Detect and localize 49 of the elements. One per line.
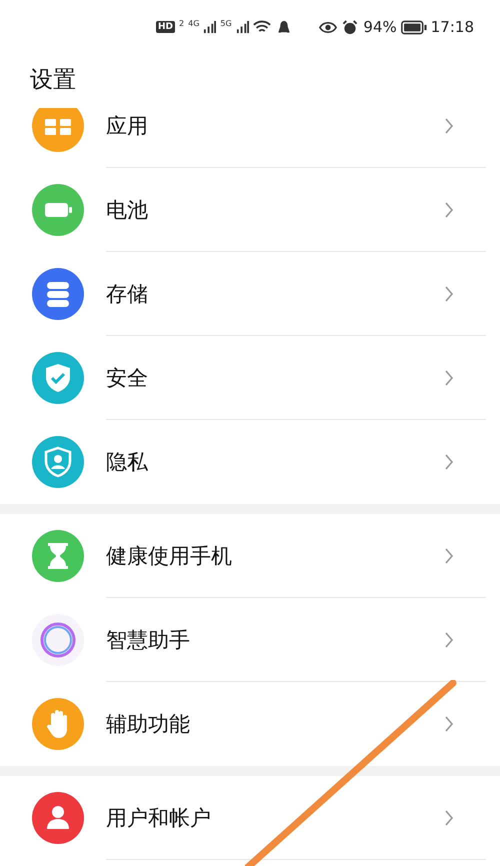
hd-badge: HD [156,21,176,33]
user-icon [32,792,84,844]
page-title: 设置 [29,66,77,95]
wifi-icon [252,20,271,34]
chevron-icon [444,368,454,386]
shield-person-icon [32,436,84,488]
chevron-icon [444,808,454,826]
ring-icon [32,614,84,666]
settings-item[interactable]: 用户和帐户 [0,776,500,860]
shield-check-icon [32,352,84,404]
chevron-icon [444,715,454,733]
settings-item[interactable]: 健康使用手机 [0,514,500,598]
settings-item[interactable]: 应用 [0,108,500,168]
battery-icon [32,184,84,236]
signal-icon [203,20,216,34]
chevron-icon [444,630,454,648]
hand-icon [32,698,84,750]
chevron-icon [444,116,454,134]
clock-time: 17:18 [430,18,474,36]
item-label: 健康使用手机 [106,542,232,570]
settings-item[interactable]: 隐私 [0,420,500,504]
settings-item[interactable]: 存储 [0,252,500,336]
signal-icon [236,20,249,34]
item-label: 应用 [106,112,148,140]
network-label: 4G [188,19,200,28]
sim-label: 2 [179,19,184,28]
alarm-icon [341,20,360,34]
item-label: 智慧助手 [106,626,190,654]
network-label: 5G [220,19,232,28]
item-label: 辅助功能 [106,711,190,738]
item-label: 电池 [106,196,148,224]
storage-icon [32,268,84,320]
item-label: 存储 [106,280,148,308]
settings-item[interactable]: 安全 [0,336,500,420]
hourglass-icon [32,530,84,582]
settings-item[interactable]: 电池 [0,168,500,252]
chevron-icon [444,546,454,564]
settings-item[interactable]: 辅助功能 [0,682,500,766]
item-label: 用户和帐户 [106,804,211,832]
grid-icon [32,108,84,152]
chevron-icon [444,453,454,471]
chevron-icon [444,284,454,302]
item-label: 隐私 [106,449,148,476]
battery-percent: 94% [363,18,397,36]
settings-item[interactable]: 智慧助手 [0,598,500,682]
chevron-icon [444,200,454,218]
battery-icon [400,20,427,34]
eye-icon [319,20,338,34]
item-label: 安全 [106,364,148,392]
